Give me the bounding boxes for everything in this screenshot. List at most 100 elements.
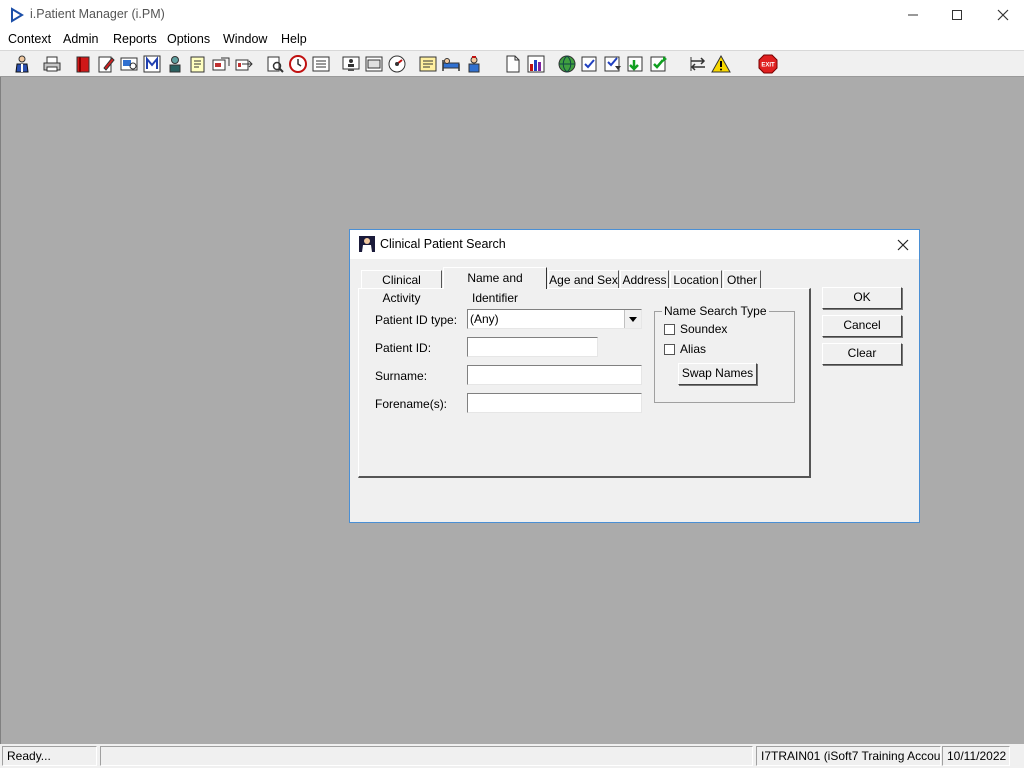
edit-document-icon — [98, 56, 115, 73]
forenames-label: Forename(s): — [375, 397, 448, 411]
tab-clinical-activity[interactable]: Clinical Activity — [361, 270, 442, 305]
toolbar-swap-arrows-button[interactable] — [688, 54, 708, 74]
toolbar-checklist-green-button[interactable] — [626, 54, 646, 74]
tab-location[interactable]: Location — [670, 270, 722, 288]
patient-id-input[interactable] — [470, 338, 597, 356]
toolbar-globe-button[interactable] — [557, 54, 577, 74]
toolbar-preview-button[interactable] — [119, 54, 139, 74]
toolbar-patient-button[interactable] — [12, 54, 32, 74]
toolbar-print-button[interactable] — [42, 54, 62, 74]
menu-options[interactable]: Options — [167, 32, 210, 46]
swap-names-button[interactable]: Swap Names — [678, 363, 757, 385]
app-logo-icon — [11, 7, 24, 23]
status-account: I7TRAIN01 (iSoft7 Training Account) — [756, 746, 941, 766]
exit-icon: EXIT — [758, 54, 778, 74]
menu-context[interactable]: Context — [8, 32, 51, 46]
toolbar-document-window-button[interactable] — [364, 54, 384, 74]
clear-button[interactable]: Clear — [822, 343, 902, 365]
forenames-field[interactable] — [467, 393, 642, 413]
alias-label: Alias — [680, 342, 707, 356]
checklist-down-icon — [604, 56, 621, 72]
menu-admin[interactable]: Admin — [63, 32, 98, 46]
checklist-icon — [581, 56, 597, 72]
bar-chart-icon — [527, 55, 545, 73]
toolbar-bed-button[interactable] — [441, 54, 461, 74]
soundex-checkbox[interactable] — [664, 324, 675, 335]
minimize-icon — [908, 14, 918, 16]
menu-reports[interactable]: Reports — [113, 32, 157, 46]
cancel-button[interactable]: Cancel — [822, 315, 902, 337]
patient-id-type-select[interactable]: (Any) — [467, 309, 642, 329]
tab-age-and-sex[interactable]: Age and Sex — [548, 270, 619, 288]
menu-window[interactable]: Window — [223, 32, 267, 46]
toolbar-red-book-button[interactable] — [73, 54, 93, 74]
toolbar-gauge-button[interactable] — [387, 54, 407, 74]
dropdown-button[interactable] — [624, 310, 641, 328]
toolbar-checklist-down-button[interactable] — [603, 54, 623, 74]
menu-help[interactable]: Help — [281, 32, 307, 46]
toolbar-monitor-person-button[interactable] — [341, 54, 361, 74]
toolbar-transfer-button[interactable] — [234, 54, 254, 74]
forenames-input[interactable] — [470, 394, 641, 412]
tab-other[interactable]: Other — [723, 270, 761, 288]
list-window-icon — [312, 56, 330, 72]
transfer-icon — [235, 59, 253, 71]
patient-id-field[interactable] — [467, 337, 598, 357]
patient-id-label: Patient ID: — [375, 341, 432, 355]
menu-bar: Context Admin Reports Options Window Hel… — [0, 30, 1024, 50]
dialog-close-button[interactable] — [892, 234, 914, 256]
blank-document-icon — [506, 55, 520, 73]
toolbar-person-button[interactable] — [165, 54, 185, 74]
toolbar-referral-button[interactable] — [211, 54, 231, 74]
dialog-title-bar: Clinical Patient Search — [350, 230, 919, 259]
toolbar-warning-button[interactable] — [711, 54, 731, 74]
toolbar-bar-chart-button[interactable] — [526, 54, 546, 74]
maximize-button[interactable] — [934, 0, 980, 30]
minimize-button[interactable] — [890, 0, 936, 30]
ok-button[interactable]: OK — [822, 287, 902, 309]
toolbar-exit-button[interactable]: EXIT — [758, 54, 778, 74]
surname-input[interactable] — [470, 366, 641, 384]
toolbar-checklist-refresh-button[interactable] — [649, 54, 669, 74]
patient-id-type-label: Patient ID type: — [375, 313, 458, 327]
close-icon — [897, 239, 909, 251]
toolbar-notes-button[interactable] — [188, 54, 208, 74]
bed-icon — [442, 58, 460, 71]
monitor-person-icon — [342, 56, 360, 71]
checklist-refresh-icon — [650, 56, 667, 72]
document-window-icon — [365, 56, 383, 72]
dialog-title: Clinical Patient Search — [380, 237, 506, 251]
toolbar-list-window-button[interactable] — [311, 54, 331, 74]
maximize-icon — [952, 10, 962, 20]
status-empty-panel — [100, 746, 753, 766]
patient-icon — [15, 55, 29, 73]
toolbar-clock-button[interactable] — [288, 54, 308, 74]
printer-icon — [43, 56, 61, 72]
soundex-label: Soundex — [680, 322, 728, 336]
m-icon — [143, 55, 161, 73]
name-search-type-group: Name Search Type Soundex Alias Swap Name… — [654, 304, 795, 403]
surname-field[interactable] — [467, 365, 642, 385]
toolbar-nurse-button[interactable] — [464, 54, 484, 74]
toolbar-edit-document-button[interactable] — [96, 54, 116, 74]
globe-icon — [558, 55, 576, 73]
tab-address[interactable]: Address — [620, 270, 669, 288]
toolbar-checklist-button[interactable] — [580, 54, 600, 74]
swap-arrows-icon — [690, 57, 706, 71]
clinician-icon — [359, 236, 375, 252]
toolbar-search-document-button[interactable] — [265, 54, 285, 74]
name-search-type-title: Name Search Type — [662, 304, 769, 318]
toolbar-m-button[interactable] — [142, 54, 162, 74]
close-window-button[interactable] — [980, 0, 1024, 30]
person-icon — [169, 56, 181, 73]
checklist-green-icon — [627, 56, 643, 72]
status-bar: Ready... I7TRAIN01 (iSoft7 Training Acco… — [0, 744, 1024, 768]
exit-label: EXIT — [761, 63, 775, 69]
tab-name-and-identifier[interactable]: Name and Identifier — [443, 267, 547, 305]
alias-checkbox[interactable] — [664, 344, 675, 355]
toolbar-blank-document-button[interactable] — [503, 54, 523, 74]
notes-icon — [190, 56, 205, 73]
search-document-icon — [267, 56, 284, 73]
nurse-icon — [468, 56, 480, 73]
toolbar-note-yellow-button[interactable] — [418, 54, 438, 74]
